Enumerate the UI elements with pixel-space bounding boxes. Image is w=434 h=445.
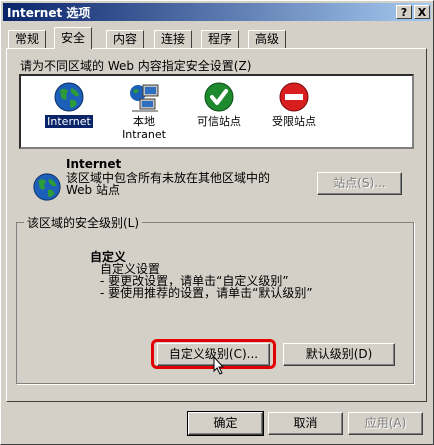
tab-content[interactable]: 内容 — [106, 30, 145, 48]
zones-list: Internet 本地 Intranet 可信站点 受限站点 — [19, 74, 414, 149]
tab-security[interactable]: 安全 — [54, 27, 93, 49]
close-button[interactable]: X — [414, 5, 430, 19]
tab-strip: 常规 安全 内容 连接 程序 高级 — [6, 27, 426, 49]
zone-info-description: 该区域中包含所有未放在其他区域中的 Web 站点 — [66, 171, 271, 197]
zone-label-intranet: 本地 Intranet — [122, 115, 166, 141]
window-title: Internet 选项 — [7, 6, 91, 20]
help-button[interactable]: ? — [396, 5, 412, 19]
globe-icon — [53, 81, 85, 113]
security-level-description: 自定义设置 - 要更改设置，请单击“自定义级别” - 要使用推荐的设置，请单击“… — [100, 263, 313, 299]
mouse-cursor-icon — [213, 355, 225, 378]
title-bar[interactable]: Internet 选项 ? X — [3, 3, 431, 21]
intranet-icon — [128, 81, 160, 113]
zone-label-trusted: 可信站点 — [197, 115, 241, 128]
sites-button[interactable]: 站点(S)... — [317, 172, 402, 195]
tab-programs[interactable]: 程序 — [201, 30, 240, 48]
zone-info-title: Internet — [66, 157, 122, 171]
tab-connections[interactable]: 连接 — [154, 30, 193, 48]
cancel-button[interactable]: 取消 — [268, 412, 343, 435]
default-level-button[interactable]: 默认级别(D) — [283, 343, 395, 366]
zone-label-restricted: 受限站点 — [272, 115, 316, 128]
ok-button[interactable]: 确定 — [187, 411, 264, 436]
apply-button[interactable]: 应用(A) — [348, 412, 423, 435]
zone-internet[interactable]: Internet — [34, 81, 104, 129]
check-icon — [203, 81, 235, 113]
tab-advanced[interactable]: 高级 — [248, 30, 287, 48]
zones-prompt: 请为不同区域的 Web 内容指定安全设置(Z) — [20, 59, 252, 73]
tab-general[interactable]: 常规 — [8, 30, 47, 48]
zone-restricted-sites[interactable]: 受限站点 — [259, 81, 329, 128]
level-desc-line: - 要使用推荐的设置，请单击“默认级别” — [100, 286, 313, 300]
security-level-group-label: 该区域的安全级别(L) — [24, 214, 143, 231]
restricted-icon — [278, 81, 310, 113]
zone-trusted-sites[interactable]: 可信站点 — [184, 81, 254, 128]
zone-label-internet: Internet — [44, 114, 94, 129]
zone-info-globe-icon — [32, 172, 62, 205]
zone-local-intranet[interactable]: 本地 Intranet — [109, 81, 179, 141]
